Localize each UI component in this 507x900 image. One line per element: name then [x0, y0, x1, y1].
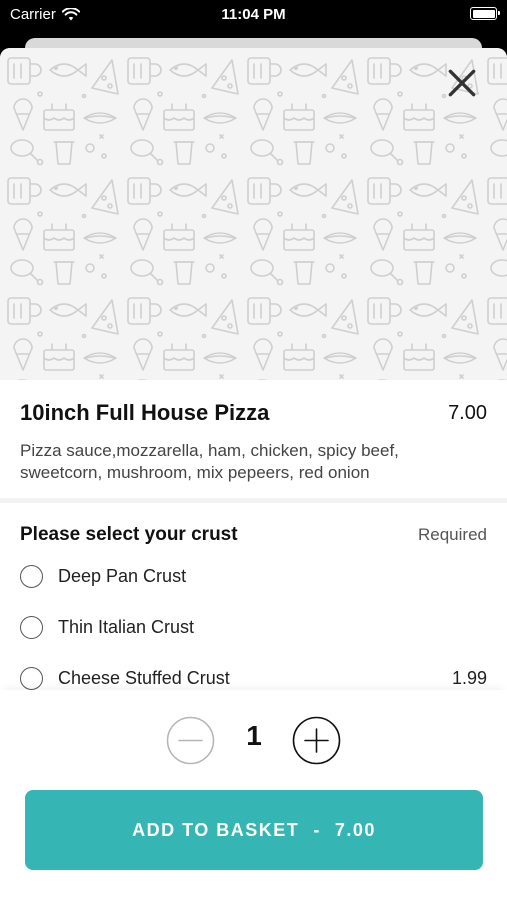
crust-options: Please select your crust Required Deep P…	[0, 510, 507, 692]
close-icon	[448, 69, 476, 97]
product-description: Pizza sauce,mozzarella, ham, chicken, sp…	[20, 441, 399, 482]
product-info: 10inch Full House Pizza 7.00 Pizza sauce…	[0, 380, 507, 498]
quantity-stepper: 1	[0, 690, 507, 790]
option-price: 1.99	[451, 667, 487, 688]
close-button[interactable]	[447, 68, 477, 98]
add-to-basket-label: ADD TO BASKET	[132, 819, 300, 840]
increase-quantity-button[interactable]	[292, 716, 341, 765]
section-divider	[0, 498, 507, 503]
battery-icon	[470, 7, 500, 20]
options-header: Please select your crust	[20, 524, 238, 545]
option-cheese-stuffed[interactable]: Cheese Stuffed Crust 1.99	[20, 658, 487, 692]
status-time: 11:04 PM	[221, 6, 286, 23]
quantity-value: 1	[246, 720, 262, 751]
product-title: 10inch Full House Pizza	[20, 400, 270, 425]
radio-button[interactable]	[20, 564, 43, 588]
product-price: 7.00	[448, 402, 487, 424]
product-sheet: 10inch Full House Pizza 7.00 Pizza sauce…	[0, 48, 507, 900]
option-label: Cheese Stuffed Crust	[58, 667, 230, 688]
add-to-basket-button[interactable]: ADD TO BASKET - 7.00	[25, 790, 483, 870]
decrease-quantity-button[interactable]	[166, 716, 215, 765]
option-label: Thin Italian Crust	[58, 616, 195, 637]
plus-circle-icon	[292, 716, 341, 765]
food-doodle-pattern	[0, 48, 507, 380]
required-label: Required	[418, 525, 487, 544]
option-label: Deep Pan Crust	[58, 565, 187, 586]
radio-button[interactable]	[20, 615, 43, 639]
option-deep-pan[interactable]: Deep Pan Crust	[20, 556, 487, 596]
add-to-basket-separator: -	[313, 819, 321, 840]
add-to-basket-total: 7.00	[334, 819, 376, 840]
status-bar: Carrier 11:04 PM	[0, 0, 507, 32]
option-thin-italian[interactable]: Thin Italian Crust	[20, 607, 487, 647]
minus-circle-icon	[166, 716, 215, 765]
radio-button[interactable]	[20, 666, 43, 690]
